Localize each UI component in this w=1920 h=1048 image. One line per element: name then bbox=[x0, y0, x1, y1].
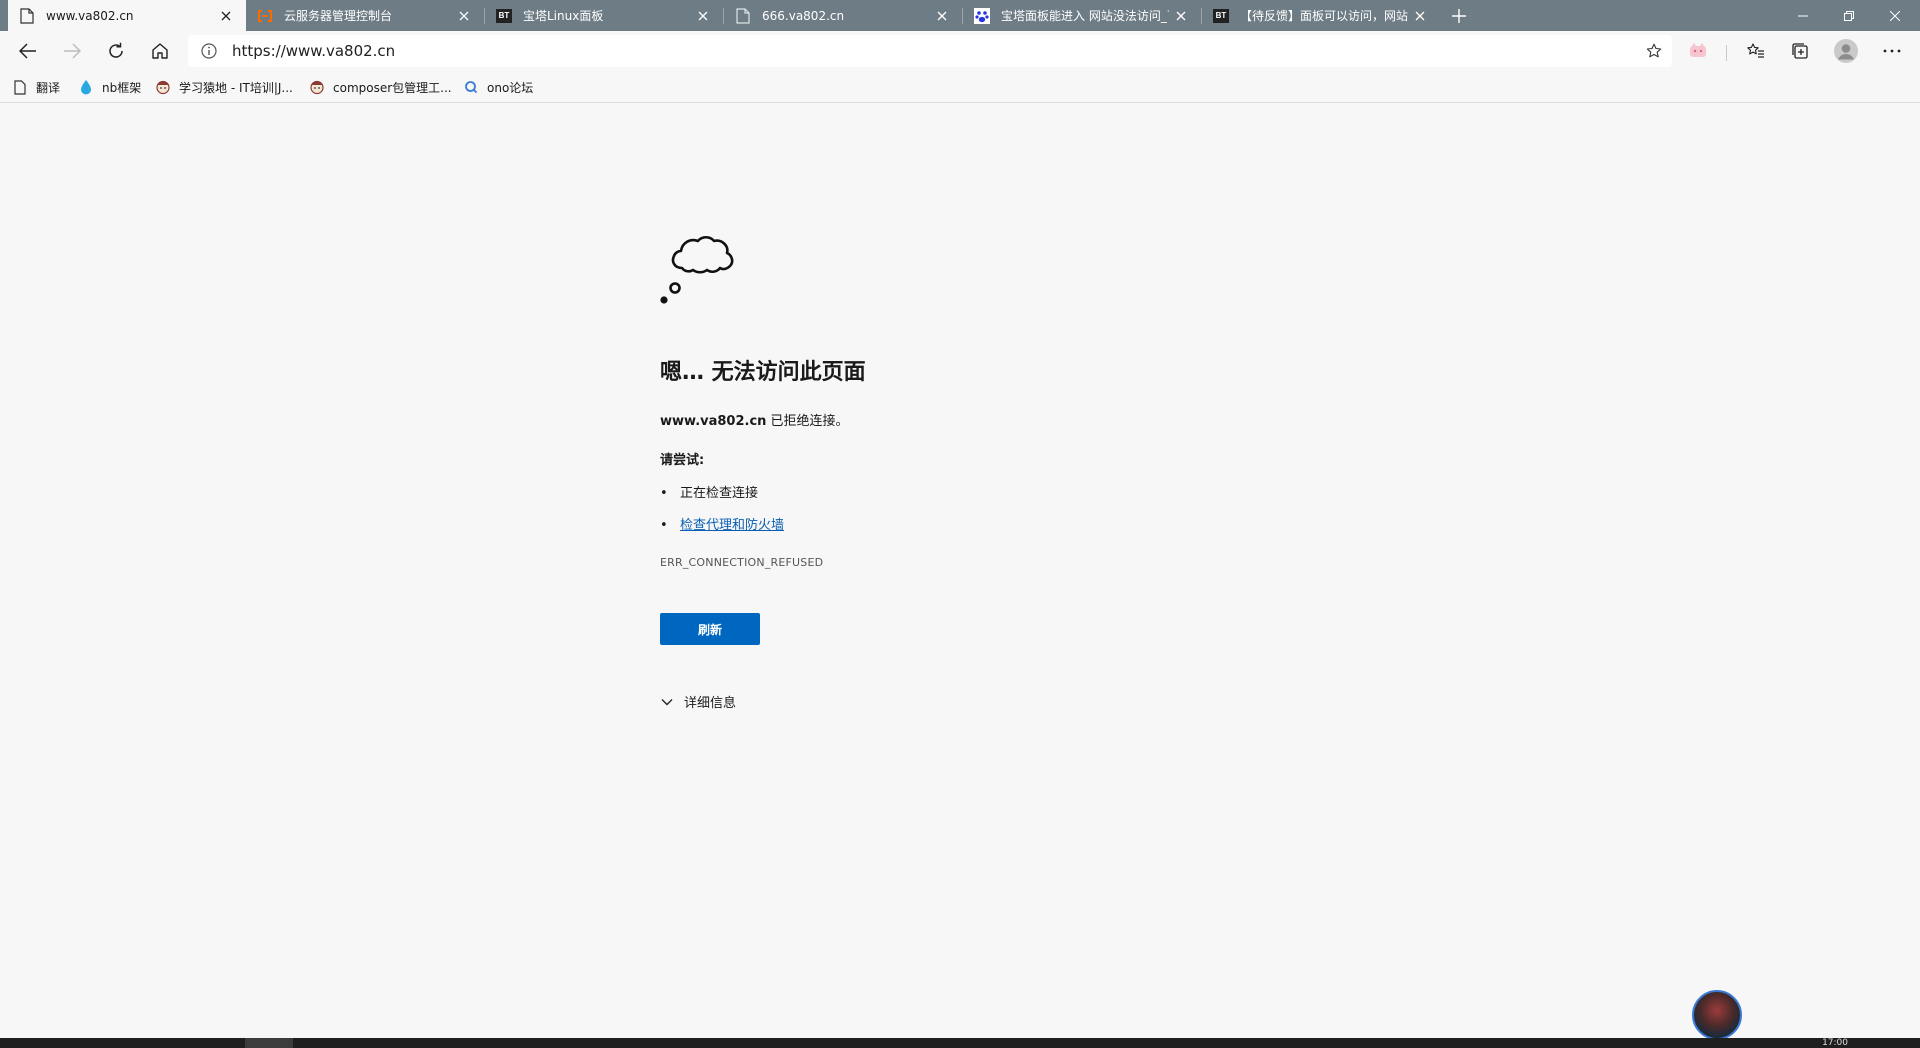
bt-icon: BT bbox=[1212, 7, 1230, 25]
plus-icon bbox=[1452, 9, 1466, 23]
avatar-icon bbox=[1834, 39, 1858, 63]
tab-bt-linux-panel[interactable]: BT 宝塔Linux面板 bbox=[485, 0, 723, 31]
extension-button[interactable] bbox=[1682, 35, 1714, 67]
close-tab-icon[interactable] bbox=[1169, 4, 1193, 28]
tab-666-va802[interactable]: 666.va802.cn bbox=[724, 0, 962, 31]
collections-icon bbox=[1792, 43, 1808, 59]
search-q-icon bbox=[463, 79, 479, 95]
refresh-button[interactable] bbox=[100, 35, 132, 67]
profile-button[interactable] bbox=[1830, 35, 1862, 67]
tab-title: www.va802.cn bbox=[46, 8, 134, 23]
suggestion-item: • 正在检查连接 bbox=[660, 482, 758, 501]
favorites-button[interactable] bbox=[1740, 35, 1772, 67]
extension-cat-icon bbox=[1690, 43, 1706, 57]
bookmark-label: 翻译 bbox=[36, 80, 61, 95]
tab-title: 宝塔面板能进入 网站没法访问_百 bbox=[1001, 9, 1169, 23]
bookmark-item[interactable]: 学习猿地 - IT培训|J... bbox=[155, 77, 293, 97]
drop-icon bbox=[78, 79, 94, 95]
bookmark-label: ono论坛 bbox=[487, 80, 534, 95]
tab-title: 云服务器管理控制台 bbox=[284, 9, 393, 23]
error-host-suffix: 已拒绝连接。 bbox=[766, 414, 849, 429]
home-button[interactable] bbox=[144, 35, 176, 67]
error-host: www.va802.cn bbox=[660, 414, 767, 429]
close-tab-icon[interactable] bbox=[691, 4, 715, 28]
details-toggle[interactable]: 详细信息 bbox=[660, 692, 736, 711]
baidu-paw-icon bbox=[973, 7, 991, 25]
page-icon bbox=[18, 7, 36, 25]
aliyun-icon bbox=[256, 7, 274, 25]
address-bar[interactable]: https://www.va802.cn bbox=[188, 35, 1672, 67]
tab-bt-feedback[interactable]: BT 【待反馈】面板可以访问，网站 bbox=[1202, 0, 1440, 31]
tab-baidu-question[interactable]: 宝塔面板能进入 网站没法访问_百 bbox=[963, 0, 1201, 31]
bookmark-item[interactable]: composer包管理工... bbox=[309, 77, 452, 97]
collections-button[interactable] bbox=[1784, 35, 1816, 67]
minimize-button[interactable] bbox=[1780, 0, 1826, 31]
bullet: • bbox=[660, 486, 668, 501]
tab-title: 666.va802.cn bbox=[762, 8, 845, 23]
thought-cloud-icon bbox=[660, 235, 734, 304]
taskbar-clock: 17:00 bbox=[1822, 1038, 1848, 1048]
details-label: 详细信息 bbox=[684, 696, 737, 711]
page-icon bbox=[734, 7, 752, 25]
tab-title: 宝塔Linux面板 bbox=[523, 9, 604, 23]
bookmark-label: nb框架 bbox=[102, 80, 142, 95]
tab-title: 【待反馈】面板可以访问，网站 bbox=[1240, 9, 1408, 23]
refresh-page-button[interactable]: 刷新 bbox=[660, 613, 760, 645]
error-message: www.va802.cn 已拒绝连接。 bbox=[660, 410, 849, 429]
ellipsis-icon bbox=[1883, 49, 1901, 53]
try-label: 请尝试: bbox=[660, 453, 705, 468]
close-tab-icon[interactable] bbox=[930, 4, 954, 28]
error-title: 嗯… 无法访问此页面 bbox=[660, 360, 866, 385]
new-tab-button[interactable] bbox=[1446, 3, 1472, 29]
url-text[interactable]: https://www.va802.cn bbox=[232, 35, 395, 67]
taskbar-item[interactable] bbox=[245, 1038, 293, 1048]
bt-icon: BT bbox=[495, 7, 513, 25]
error-code: ERR_CONNECTION_REFUSED bbox=[660, 556, 824, 569]
bookmark-label: composer包管理工... bbox=[333, 80, 452, 95]
tab-aliyun-console[interactable]: 云服务器管理控制台 bbox=[246, 0, 484, 31]
floating-avatar-widget[interactable] bbox=[1692, 990, 1742, 1040]
check-proxy-firewall-link[interactable]: 检查代理和防火墙 bbox=[680, 518, 784, 533]
toolbar-separator bbox=[1726, 45, 1727, 61]
bookmark-item[interactable]: 翻译 bbox=[12, 77, 60, 97]
settings-more-button[interactable] bbox=[1876, 35, 1908, 67]
navigation-bar: https://www.va802.cn bbox=[0, 31, 1920, 71]
forward-button[interactable] bbox=[56, 35, 88, 67]
star-icon bbox=[1646, 43, 1662, 58]
tab-strip: www.va802.cn 云服务器管理控制台 BT 宝塔Linux面板 666.… bbox=[0, 0, 1920, 31]
taskbar: 17:00 bbox=[0, 1038, 1920, 1048]
favorites-list-icon bbox=[1747, 43, 1764, 58]
close-icon bbox=[1890, 10, 1900, 21]
back-button[interactable] bbox=[12, 35, 44, 67]
chevron-down-icon bbox=[661, 698, 673, 705]
info-icon[interactable] bbox=[200, 42, 218, 60]
back-arrow-icon bbox=[19, 43, 36, 59]
page-icon bbox=[12, 79, 28, 95]
favorite-star-button[interactable] bbox=[1642, 39, 1666, 63]
tab-www-va802[interactable]: www.va802.cn bbox=[8, 0, 246, 31]
close-tab-icon[interactable] bbox=[214, 4, 238, 28]
suggestion-text: 正在检查连接 bbox=[680, 486, 759, 501]
close-window-button[interactable] bbox=[1872, 0, 1918, 31]
monkey-icon bbox=[155, 79, 171, 95]
bookmark-item[interactable]: ono论坛 bbox=[463, 77, 533, 97]
monkey-icon bbox=[309, 79, 325, 95]
bullet: • bbox=[660, 518, 668, 533]
home-icon bbox=[152, 43, 168, 59]
suggestion-item: • 检查代理和防火墙 bbox=[660, 514, 784, 533]
bookmark-item[interactable]: nb框架 bbox=[78, 77, 141, 97]
minimize-icon bbox=[1798, 15, 1808, 16]
forward-arrow-icon bbox=[64, 43, 81, 59]
close-tab-icon[interactable] bbox=[452, 4, 476, 28]
refresh-icon bbox=[109, 42, 123, 58]
bookmark-label: 学习猿地 - IT培训|J... bbox=[179, 80, 293, 95]
bookmarks-bar: 翻译 nb框架 学习猿地 - IT培训|J... composer包管理工...… bbox=[0, 71, 1920, 103]
restore-icon bbox=[1844, 10, 1854, 21]
restore-button[interactable] bbox=[1826, 0, 1872, 31]
close-tab-icon[interactable] bbox=[1408, 4, 1432, 28]
